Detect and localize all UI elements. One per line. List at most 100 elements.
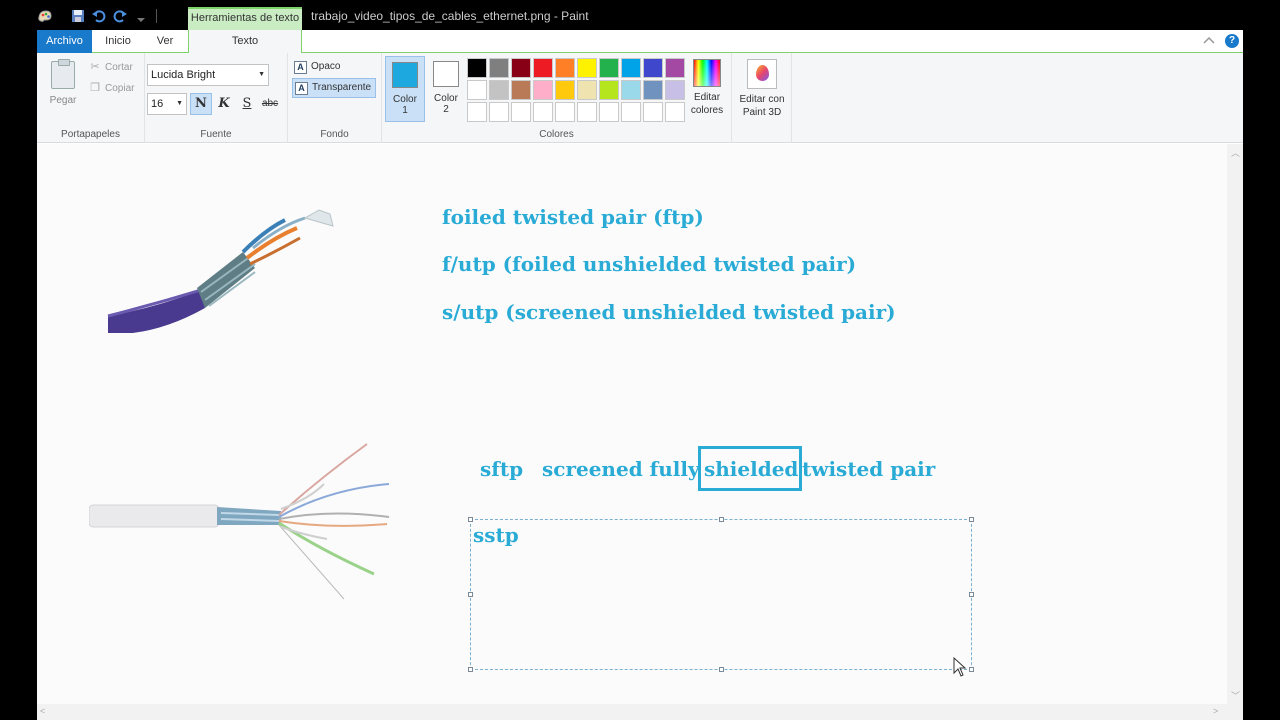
tab-home[interactable]: Inicio (100, 30, 136, 53)
palette-color-swatch[interactable] (665, 58, 685, 78)
paint3d-line1: Editar con (739, 94, 785, 105)
scroll-left-icon[interactable]: < (40, 706, 45, 716)
palette-color-swatch[interactable] (621, 58, 641, 78)
vertical-scrollbar[interactable]: ︿ ﹀ (1227, 144, 1243, 704)
palette-color-swatch[interactable] (467, 80, 487, 100)
color-palette (467, 58, 685, 122)
palette-color-swatch[interactable] (511, 102, 531, 122)
palette-color-swatch[interactable] (489, 102, 509, 122)
palette-color-swatch[interactable] (577, 80, 597, 100)
redo-icon[interactable] (112, 8, 128, 24)
palette-color-swatch[interactable] (599, 102, 619, 122)
canvas-text-shielded: shielded (704, 457, 799, 481)
scroll-up-icon[interactable]: ︿ (1231, 146, 1240, 159)
font-group-label: Fuente (200, 129, 232, 140)
palette-color-swatch[interactable] (621, 102, 641, 122)
palette-color-swatch[interactable] (511, 80, 531, 100)
paste-label: Pegar (49, 95, 77, 106)
palette-color-swatch[interactable] (533, 58, 553, 78)
palette-color-swatch[interactable] (599, 58, 619, 78)
resize-handle-sw[interactable] (468, 667, 473, 672)
resize-handle-n[interactable] (719, 517, 724, 522)
paint3d-group: Editar con Paint 3D (732, 53, 792, 143)
quick-access-toolbar (37, 8, 157, 24)
palette-color-swatch[interactable] (621, 80, 641, 100)
paint-window: Herramientas de texto trabajo_video_tipo… (37, 0, 1243, 720)
edit-colors-button[interactable]: Editar colores (685, 56, 729, 117)
undo-icon[interactable] (91, 8, 107, 24)
palette-color-swatch[interactable] (665, 80, 685, 100)
horizontal-scrollbar[interactable]: < > (37, 704, 1243, 720)
palette-color-swatch[interactable] (555, 58, 575, 78)
help-icon[interactable]: ? (1225, 34, 1239, 48)
color2-label: Color (434, 93, 458, 104)
tab-file[interactable]: Archivo (37, 30, 92, 53)
colors-group-label: Colores (539, 129, 574, 140)
scroll-down-icon[interactable]: ﹀ (1231, 689, 1240, 702)
palette-color-swatch[interactable] (489, 80, 509, 100)
palette-color-swatch[interactable] (511, 58, 531, 78)
resize-handle-se[interactable] (969, 667, 974, 672)
tab-view[interactable]: Ver (150, 30, 180, 53)
drawing-canvas[interactable]: foiled twisted pair (ftp) f/utp (foiled … (37, 144, 1227, 704)
customize-toolbar-icon[interactable] (133, 8, 149, 24)
ribbon-controls: ? (1203, 34, 1239, 48)
palette-color-swatch[interactable] (489, 58, 509, 78)
strikethrough-button[interactable]: abc (259, 93, 281, 115)
palette-color-swatch[interactable] (533, 80, 553, 100)
paste-button[interactable]: Pegar (45, 59, 81, 109)
scissors-icon: ✂ (90, 61, 100, 73)
text-box-selection[interactable]: sstp (468, 517, 974, 672)
ribbon: Pegar ✂ Cortar ❐ Copiar Portapapeles Luc… (37, 53, 1243, 143)
clipboard-group-label: Portapapeles (61, 129, 120, 140)
edit-with-paint3d-button[interactable]: Editar con Paint 3D (736, 56, 788, 119)
font-family-select[interactable]: Lucida Bright ▼ (147, 64, 269, 86)
palette-color-swatch[interactable] (577, 58, 597, 78)
palette-color-swatch[interactable] (599, 80, 619, 100)
resize-handle-s[interactable] (719, 667, 724, 672)
palette-color-swatch[interactable] (577, 102, 597, 122)
edit-colors-line2: colores (690, 105, 724, 116)
resize-handle-ne[interactable] (969, 517, 974, 522)
color1-number: 1 (402, 105, 408, 116)
text-box-content[interactable]: sstp (473, 523, 973, 547)
ribbon-tab-row: Archivo Inicio Ver Texto ? (37, 30, 1243, 54)
cut-button[interactable]: ✂ Cortar (89, 59, 132, 75)
color1-button[interactable]: Color 1 (385, 56, 425, 122)
chevron-down-icon: ▼ (176, 100, 183, 107)
ftp-cable-image (107, 209, 334, 333)
color2-button[interactable]: Color 2 (426, 56, 466, 122)
palette-color-swatch[interactable] (533, 102, 553, 122)
transparent-option[interactable]: A Transparente (292, 78, 376, 98)
bold-button[interactable]: N (190, 93, 212, 115)
italic-button[interactable]: K (213, 93, 235, 115)
paint3d-icon (747, 59, 777, 89)
canvas-text-sftp: sftp (480, 457, 524, 481)
palette-color-swatch[interactable] (555, 80, 575, 100)
copy-button[interactable]: ❐ Copiar (89, 80, 134, 96)
resize-handle-nw[interactable] (468, 517, 473, 522)
paint-app-icon[interactable] (37, 8, 53, 24)
clipboard-icon (51, 59, 75, 89)
canvas-text-screened-fully: screened fully (542, 457, 700, 481)
transparent-label: Transparente (312, 82, 372, 93)
underline-button[interactable]: S (236, 93, 258, 115)
palette-color-swatch[interactable] (467, 58, 487, 78)
resize-handle-w[interactable] (468, 592, 473, 597)
color1-swatch (392, 62, 418, 88)
collapse-ribbon-icon[interactable] (1203, 35, 1215, 48)
palette-color-swatch[interactable] (643, 58, 663, 78)
save-icon[interactable] (70, 8, 86, 24)
tab-text[interactable]: Texto (188, 30, 302, 54)
opaque-label: Opaco (311, 61, 341, 72)
scroll-right-icon[interactable]: > (1213, 706, 1218, 716)
opaque-option[interactable]: A Opaco (292, 57, 376, 77)
resize-handle-e[interactable] (969, 592, 974, 597)
palette-color-swatch[interactable] (643, 80, 663, 100)
palette-color-swatch[interactable] (467, 102, 487, 122)
color-spectrum-icon (693, 59, 721, 87)
palette-color-swatch[interactable] (555, 102, 575, 122)
font-size-select[interactable]: 16 ▼ (147, 93, 187, 115)
palette-color-swatch[interactable] (643, 102, 663, 122)
palette-color-swatch[interactable] (665, 102, 685, 122)
